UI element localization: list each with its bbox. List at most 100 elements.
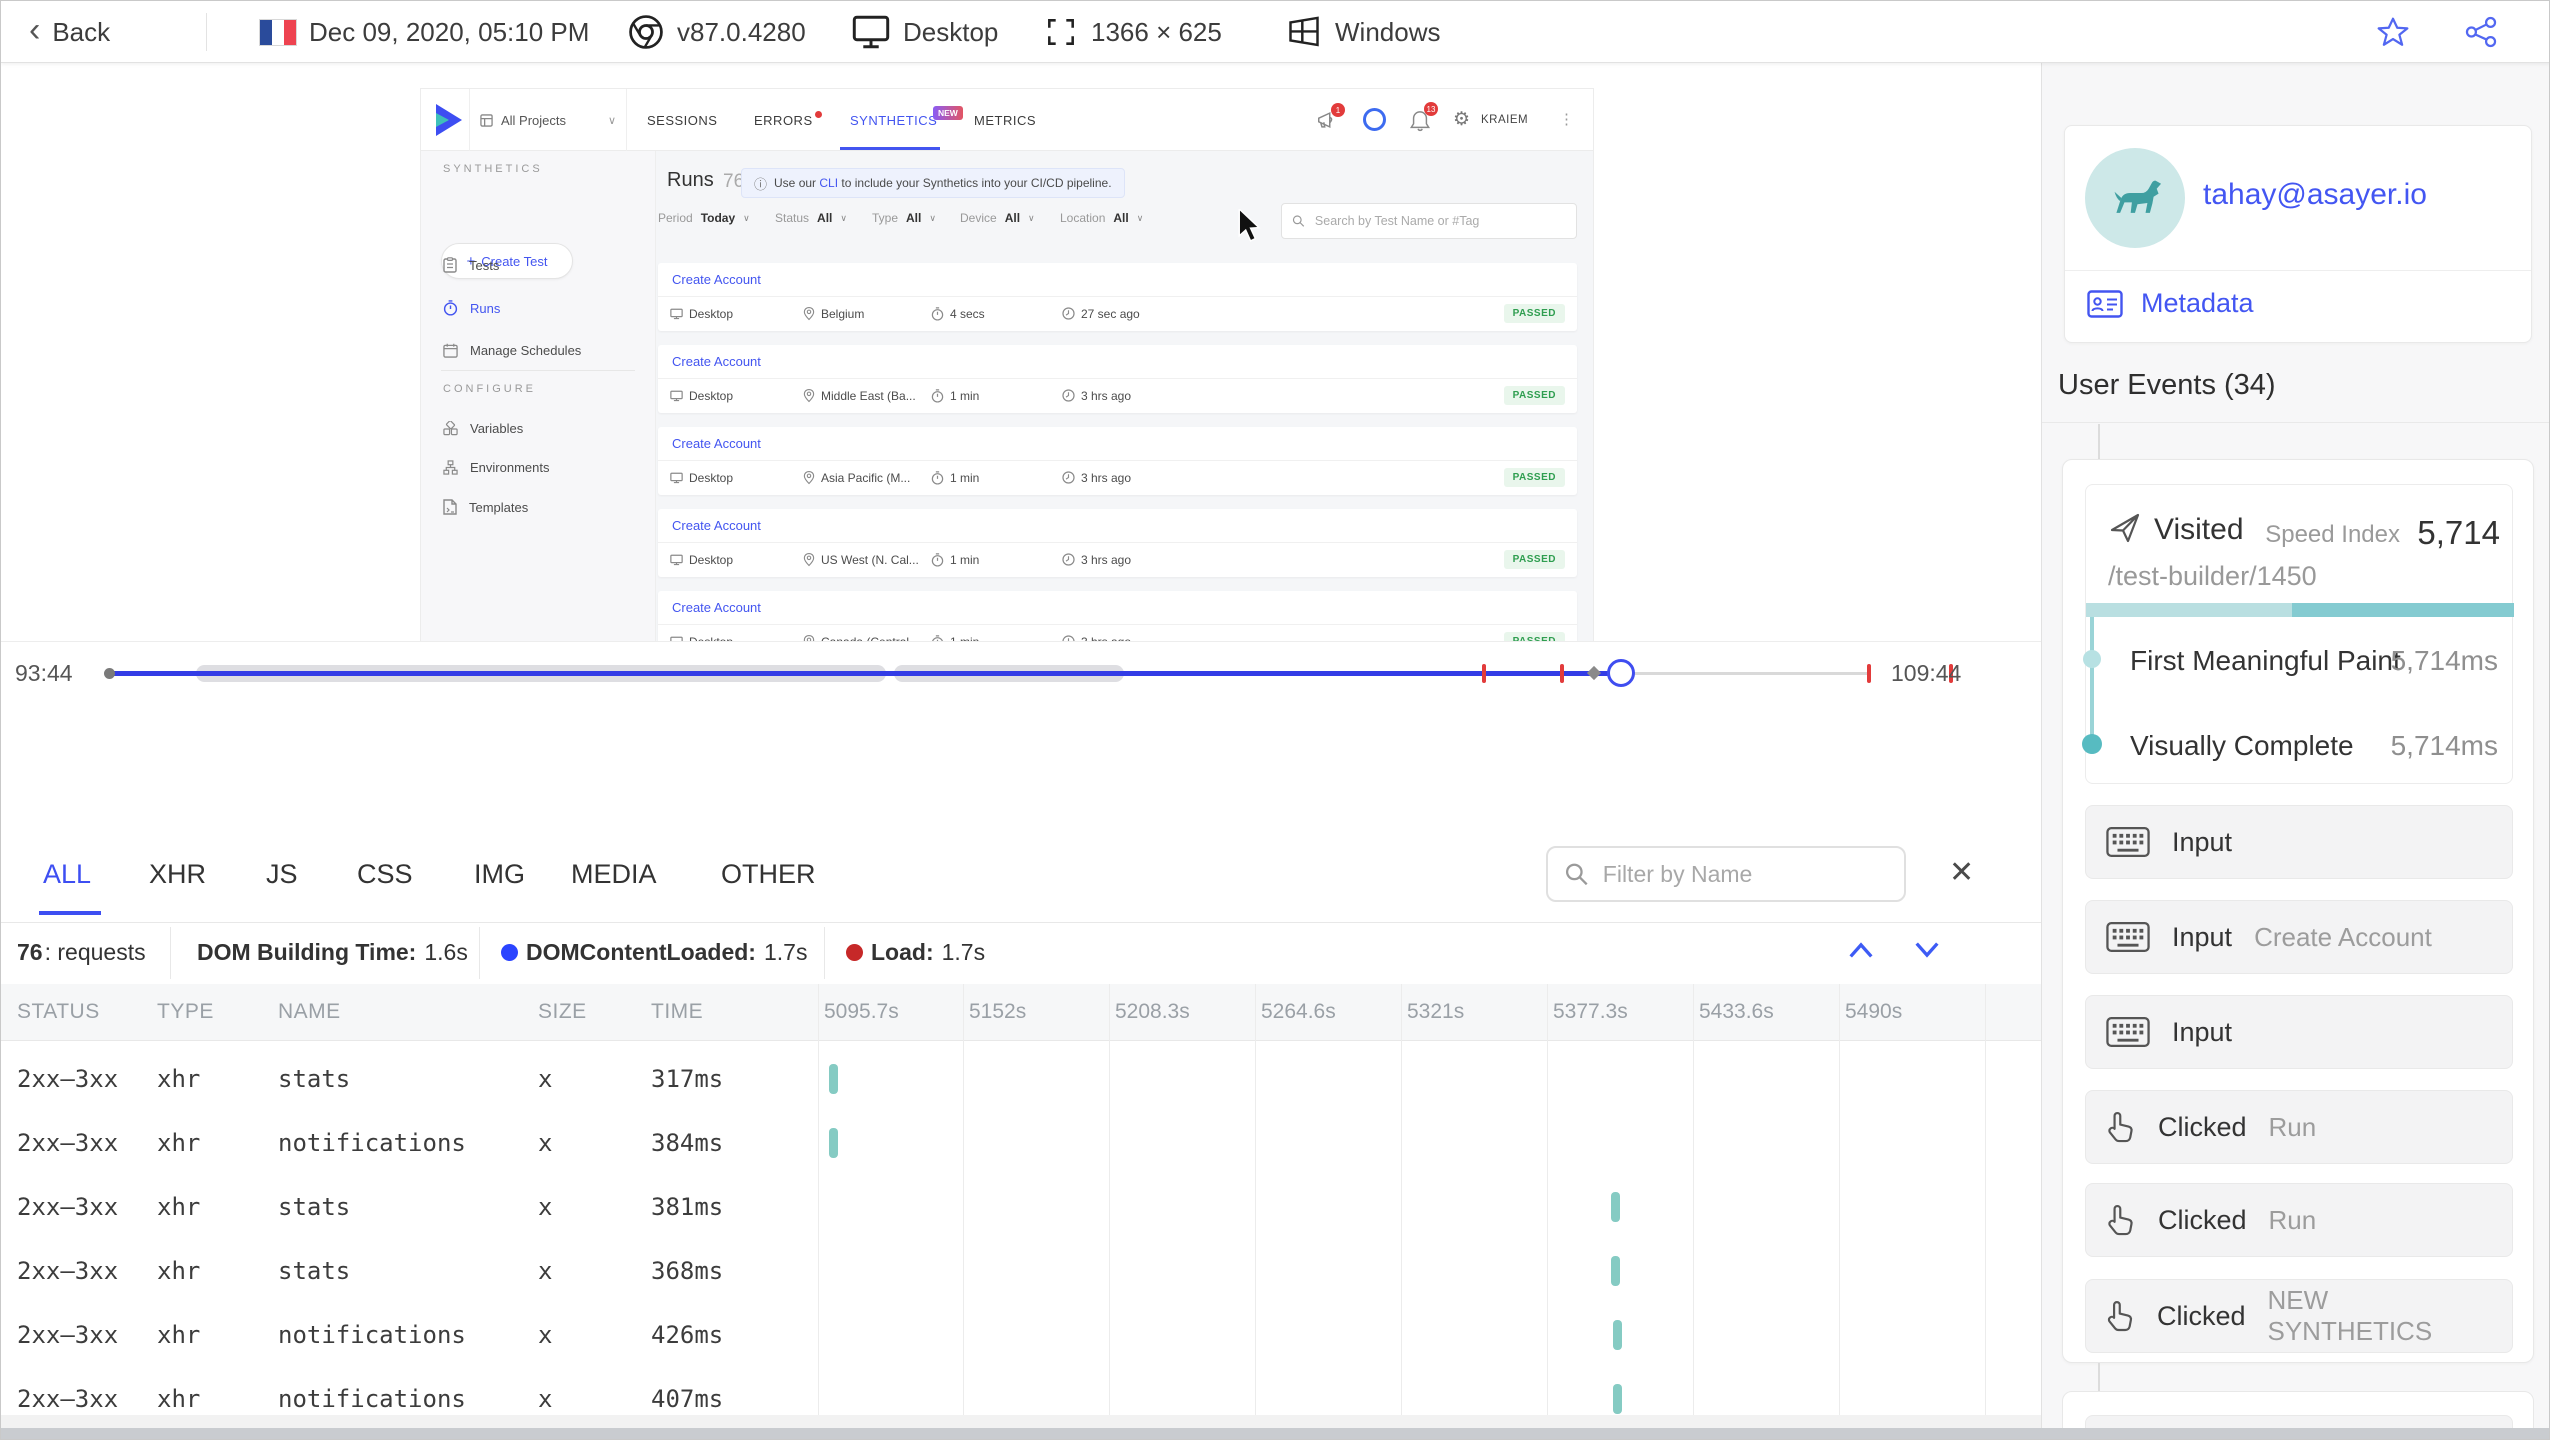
run-card[interactable]: Create Account Desktop Middle East (Ba..… xyxy=(658,345,1577,413)
app-nav-tab[interactable]: ERRORS xyxy=(754,111,822,128)
user-event-item[interactable]: Input Create Account xyxy=(2085,900,2513,974)
user-menu[interactable]: KRAIEM xyxy=(1481,114,1528,126)
network-tab[interactable]: XHR xyxy=(149,859,206,890)
user-event-item[interactable]: Input xyxy=(2085,995,2513,1069)
network-tab[interactable]: OTHER xyxy=(721,859,816,890)
event-type: Input xyxy=(2172,826,2233,857)
replay-main-area: All Projects ∨ SESSIONS ERRORS SYNTHETICS M… xyxy=(1,63,2041,1439)
jump-previous-icon[interactable] xyxy=(1847,941,1875,959)
run-device: Desktop xyxy=(689,470,734,485)
load-time: Load: 1.7s xyxy=(846,939,985,966)
metadata-button[interactable]: Metadata xyxy=(2087,288,2254,319)
timeline-error-tick[interactable] xyxy=(1867,664,1871,683)
timeline-playhead[interactable] xyxy=(1607,659,1635,687)
requests-count: 76: requests xyxy=(17,939,146,965)
cli-link[interactable]: CLI xyxy=(819,176,838,190)
network-tab[interactable]: JS xyxy=(266,859,298,890)
sidebar-item-variables[interactable]: Variables xyxy=(443,421,523,436)
filter-dropdown[interactable]: Device All ∨ xyxy=(960,211,1035,225)
sidebar-section-synthetics: SYNTHETICS xyxy=(443,163,543,175)
user-event-item[interactable]: Clicked Run xyxy=(2085,1090,2513,1164)
app-nav-tab[interactable]: SESSIONS xyxy=(647,113,717,128)
timeline-scrubber[interactable]: 93:44 109:44 xyxy=(1,641,2041,703)
kebab-menu-icon[interactable]: ⋮ xyxy=(1559,110,1574,128)
user-event-item[interactable]: Input xyxy=(2085,805,2513,879)
event-type: Clicked xyxy=(2158,1204,2247,1235)
sidebar-item-tests[interactable]: Tests xyxy=(443,257,499,273)
share-icon[interactable] xyxy=(2463,15,2499,49)
network-request-row[interactable]: 2xx–3xx xhr notifications x 384ms xyxy=(1,1111,2041,1175)
browser-version: v87.0.4280 xyxy=(677,16,806,47)
request-size: x xyxy=(538,1065,553,1093)
network-tab[interactable]: ALL xyxy=(43,859,91,890)
run-name-link[interactable]: Create Account xyxy=(658,509,1577,543)
user-email-link[interactable]: tahay@asayer.io xyxy=(2203,178,2427,212)
os-info: Windows xyxy=(1285,1,1440,63)
request-time: 384ms xyxy=(651,1129,724,1157)
network-request-row[interactable]: 2xx–3xx xhr notifications x 426ms xyxy=(1,1303,2041,1367)
timeline-error-tick[interactable] xyxy=(1482,664,1486,683)
run-time-ago: 3 hrs ago xyxy=(1081,470,1132,485)
sidebar-item-templates[interactable]: Templates xyxy=(443,499,528,515)
back-button[interactable]: ‹ Back xyxy=(29,1,110,63)
timeline-error-tick[interactable] xyxy=(1560,664,1564,683)
speed-bar-dark xyxy=(2292,603,2514,617)
gear-icon[interactable]: ⚙ xyxy=(1453,108,1470,131)
waterfall-time-tick: 5152s xyxy=(969,1000,1027,1023)
filter-dropdown[interactable]: Period Today ∨ xyxy=(658,211,750,225)
filter-by-name-box[interactable] xyxy=(1546,846,1906,902)
jump-next-icon[interactable] xyxy=(1913,941,1941,959)
filter-by-name-input[interactable] xyxy=(1600,859,1888,889)
waterfall-bar xyxy=(1613,1320,1622,1350)
sidebar-item-runs[interactable]: Runs xyxy=(443,300,500,316)
run-card[interactable]: Create Account Desktop Canada (Central..… xyxy=(658,591,1577,641)
user-event-item[interactable]: Clicked Run xyxy=(2085,1183,2513,1257)
favorite-star-icon[interactable] xyxy=(2375,15,2411,49)
sidebar-item-manage-schedules[interactable]: Manage Schedules xyxy=(443,343,581,358)
close-panel-icon[interactable]: ✕ xyxy=(1949,855,1974,890)
app-nav-tab[interactable]: SYNTHETICS xyxy=(850,113,937,128)
run-card[interactable]: Create Account Desktop Asia Pacific (M..… xyxy=(658,427,1577,495)
request-name: notifications xyxy=(278,1321,466,1349)
run-name-link[interactable]: Create Account xyxy=(658,591,1577,625)
visited-event-card[interactable]: Visited Speed Index 5,714 /test-builder/… xyxy=(2082,484,2514,784)
request-name: stats xyxy=(278,1257,351,1285)
back-label: Back xyxy=(52,16,111,47)
network-request-row[interactable]: 2xx–3xx xhr stats x 368ms xyxy=(1,1239,2041,1303)
waterfall-time-tick: 5433.6s xyxy=(1699,1000,1774,1023)
network-tab[interactable]: IMG xyxy=(474,859,525,890)
waterfall-bar xyxy=(1611,1256,1620,1286)
horizontal-scrollbar-thumb[interactable] xyxy=(1,1428,2549,1439)
sidebar-item-environments[interactable]: Environments xyxy=(443,460,549,475)
run-name-link[interactable]: Create Account xyxy=(658,263,1577,297)
network-tab[interactable]: CSS xyxy=(357,859,413,890)
app-nav-tab[interactable]: METRICS xyxy=(974,113,1036,128)
column-time: TIME xyxy=(651,1000,704,1023)
active-tab-underline xyxy=(840,147,940,150)
request-time: 426ms xyxy=(651,1321,724,1349)
run-duration: 4 secs xyxy=(950,306,985,321)
chevron-down-icon: ∨ xyxy=(840,212,847,223)
user-event-item[interactable]: Clicked NEW SYNTHETICS xyxy=(2085,1279,2513,1353)
test-search-box[interactable] xyxy=(1281,203,1577,239)
timeline-progress xyxy=(111,671,1621,676)
horizontal-scrollbar-track[interactable] xyxy=(1,1415,2041,1429)
test-search-input[interactable] xyxy=(1312,213,1566,229)
fmp-dot-icon xyxy=(2083,650,2101,668)
run-name-link[interactable]: Create Account xyxy=(658,427,1577,461)
filter-dropdown[interactable]: Status All ∨ xyxy=(775,211,847,225)
run-card[interactable]: Create Account Desktop US West (N. Cal..… xyxy=(658,509,1577,577)
monitor-icon xyxy=(670,554,683,565)
network-request-row[interactable]: 2xx–3xx xhr stats x 381ms xyxy=(1,1175,2041,1239)
runs-page-title: Runs xyxy=(667,169,714,191)
new-feature-badge: NEW xyxy=(933,106,963,120)
network-request-row[interactable]: 2xx–3xx xhr stats x 317ms xyxy=(1,1047,2041,1111)
filter-dropdown[interactable]: Type All ∨ xyxy=(872,211,936,225)
cubes-icon xyxy=(443,421,458,436)
run-card[interactable]: Create Account Desktop Belgium 4 secs 27… xyxy=(658,263,1577,331)
network-tab[interactable]: MEDIA xyxy=(571,859,657,890)
status-badge: PASSED xyxy=(1503,386,1565,405)
run-name-link[interactable]: Create Account xyxy=(658,345,1577,379)
filter-dropdown[interactable]: Location All ∨ xyxy=(1060,211,1143,225)
waterfall-time-tick: 5490s xyxy=(1845,1000,1903,1023)
